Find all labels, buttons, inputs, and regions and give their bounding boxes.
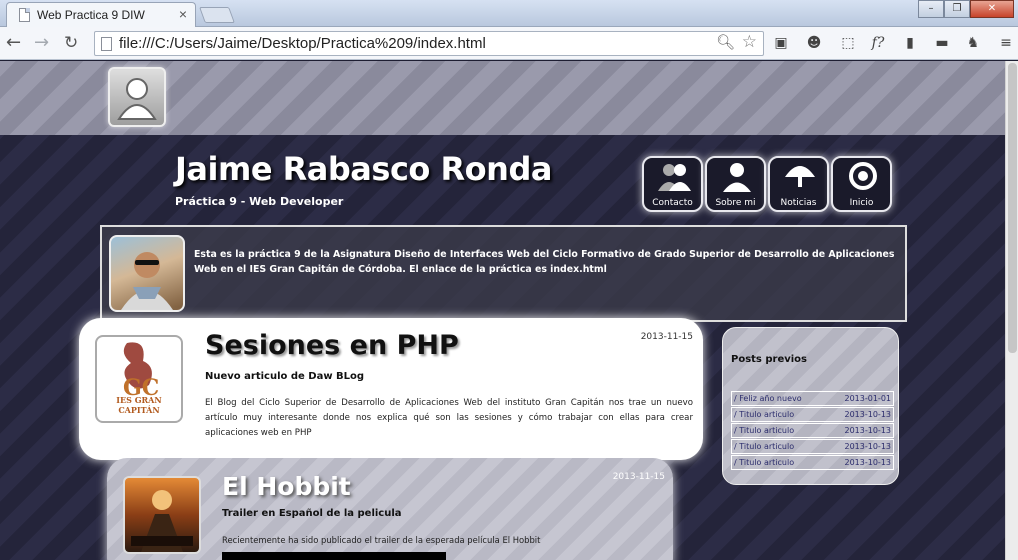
post-date: 2013-01-01 bbox=[844, 394, 892, 403]
list-item[interactable]: / Titulo articulo 2013-10-13 bbox=[731, 455, 894, 470]
list-item[interactable]: / Feliz año nuevo 2013-01-01 bbox=[731, 391, 894, 406]
extension-capture-icon[interactable]: ⬚ bbox=[838, 33, 858, 53]
tab-title: Web Practica 9 DIW bbox=[37, 8, 145, 22]
zoom-icon[interactable]: 🔍︎ bbox=[716, 33, 735, 51]
new-tab-button[interactable] bbox=[199, 7, 235, 23]
page-scrollbar[interactable] bbox=[1005, 61, 1018, 560]
news-icon bbox=[785, 166, 815, 187]
author-photo bbox=[109, 235, 185, 312]
user-icon bbox=[723, 163, 751, 192]
site-subtitle: Práctica 9 - Web Developer bbox=[175, 195, 344, 208]
page-icon bbox=[19, 8, 30, 22]
extension-bag-icon[interactable]: ▮ bbox=[900, 33, 920, 53]
nav-item-sobre-mi[interactable]: Sobre mi bbox=[705, 156, 766, 212]
previous-posts-sidebar: Posts previos / Feliz año nuevo 2013-01-0… bbox=[722, 327, 899, 485]
list-item[interactable]: / Titulo articulo 2013-10-13 bbox=[731, 407, 894, 422]
extension-screenshot-icon[interactable]: ▣ bbox=[771, 33, 791, 53]
post-body: El Blog del Ciclo Superior de Desarrollo… bbox=[205, 398, 693, 438]
school-logo-text: IES GRAN CAPITÁN bbox=[116, 395, 162, 415]
nav-label: Sobre mi bbox=[715, 198, 756, 208]
post-date: 2013-10-13 bbox=[844, 442, 892, 451]
post-date: 2013-10-13 bbox=[844, 410, 892, 419]
forward-button[interactable]: → bbox=[34, 33, 49, 53]
post-link[interactable]: / Titulo articulo bbox=[734, 424, 794, 437]
scrollbar-thumb[interactable] bbox=[1008, 63, 1017, 353]
browser-toolbar: ← → ↻ file:///C:/Users/Jaime/Desktop/Pra… bbox=[0, 27, 1018, 60]
school-logo: GC IES GRAN CAPITÁN bbox=[95, 335, 183, 423]
post-body: Recientemente ha sido publicado el trail… bbox=[222, 535, 541, 545]
post-link[interactable]: / Titulo articulo bbox=[734, 440, 794, 453]
bookmark-star-icon[interactable]: ☆ bbox=[742, 32, 757, 52]
intro-panel: Esta es la práctica 9 de la Asignatura D… bbox=[100, 225, 907, 322]
main-nav: Contacto Sobre mi Noticias Inicio bbox=[642, 156, 892, 212]
nav-label: Noticias bbox=[780, 198, 817, 208]
post-subtitle: Nuevo articulo de Daw BLog bbox=[205, 371, 365, 382]
reload-button[interactable]: ↻ bbox=[64, 33, 78, 53]
nav-item-contacto[interactable]: Contacto bbox=[642, 156, 703, 212]
intro-text: Esta es la práctica 9 de la Asignatura D… bbox=[194, 249, 895, 275]
post-date: 2013-10-13 bbox=[844, 458, 892, 467]
back-button[interactable]: ← bbox=[6, 33, 21, 53]
contacts-icon bbox=[658, 164, 691, 191]
post-date: 2013-10-13 bbox=[844, 426, 892, 435]
post-date: 2013-11-15 bbox=[612, 472, 665, 482]
post-link[interactable]: / Feliz año nuevo bbox=[734, 392, 802, 405]
page-icon bbox=[101, 37, 112, 51]
post-title[interactable]: Sesiones en PHP bbox=[205, 330, 459, 361]
nav-label: Contacto bbox=[652, 198, 693, 208]
close-window-button[interactable]: ✕ bbox=[970, 0, 1014, 18]
window-controls: – ❐ ✕ bbox=[918, 0, 1014, 18]
hobbit-poster bbox=[123, 476, 201, 554]
post-subtitle: Trailer en Español de la pelicula bbox=[222, 508, 402, 519]
nav-item-inicio[interactable]: Inicio bbox=[831, 156, 892, 212]
extension-script-icon[interactable]: f? bbox=[868, 33, 888, 53]
browser-tab-bar: Web Practica 9 DIW × – ❐ ✕ bbox=[0, 0, 1018, 27]
list-item[interactable]: / Titulo articulo 2013-10-13 bbox=[731, 439, 894, 454]
post-card: El Hobbit Trailer en Español de la pelic… bbox=[107, 458, 673, 560]
web-page: Jaime Rabasco Ronda Práctica 9 - Web Dev… bbox=[0, 61, 1005, 560]
menu-icon[interactable]: ≡ bbox=[996, 33, 1016, 53]
post-link[interactable]: / Titulo articulo bbox=[734, 456, 794, 469]
browser-tab[interactable]: Web Practica 9 DIW × bbox=[6, 2, 196, 27]
home-icon bbox=[849, 162, 877, 190]
site-title: Jaime Rabasco Ronda bbox=[175, 150, 552, 188]
previous-posts-list: / Feliz año nuevo 2013-01-01 / Titulo art… bbox=[731, 391, 894, 471]
minimize-button[interactable]: – bbox=[918, 0, 944, 18]
video-player[interactable] bbox=[222, 552, 446, 560]
nav-label: Inicio bbox=[849, 198, 874, 208]
extension-key-icon[interactable]: ▬ bbox=[932, 33, 952, 53]
extension-avatar-icon[interactable]: ☻ bbox=[804, 33, 824, 53]
post-title[interactable]: El Hobbit bbox=[222, 472, 351, 501]
list-item[interactable]: / Titulo articulo 2013-10-13 bbox=[731, 423, 894, 438]
post-card: GC IES GRAN CAPITÁN Sesiones en PHP Nuev… bbox=[79, 318, 703, 460]
address-bar[interactable]: file:///C:/Users/Jaime/Desktop/Practica%… bbox=[94, 31, 764, 56]
tab-close-icon[interactable]: × bbox=[179, 6, 187, 22]
sidebar-title: Posts previos bbox=[731, 354, 808, 365]
nav-item-noticias[interactable]: Noticias bbox=[768, 156, 829, 212]
avatar bbox=[108, 67, 166, 127]
post-date: 2013-11-15 bbox=[640, 332, 693, 342]
extension-evernote-icon[interactable]: ♞ bbox=[963, 33, 983, 53]
maximize-button[interactable]: ❐ bbox=[944, 0, 970, 18]
post-link[interactable]: / Titulo articulo bbox=[734, 408, 794, 421]
url-text[interactable]: file:///C:/Users/Jaime/Desktop/Practica%… bbox=[119, 35, 486, 52]
